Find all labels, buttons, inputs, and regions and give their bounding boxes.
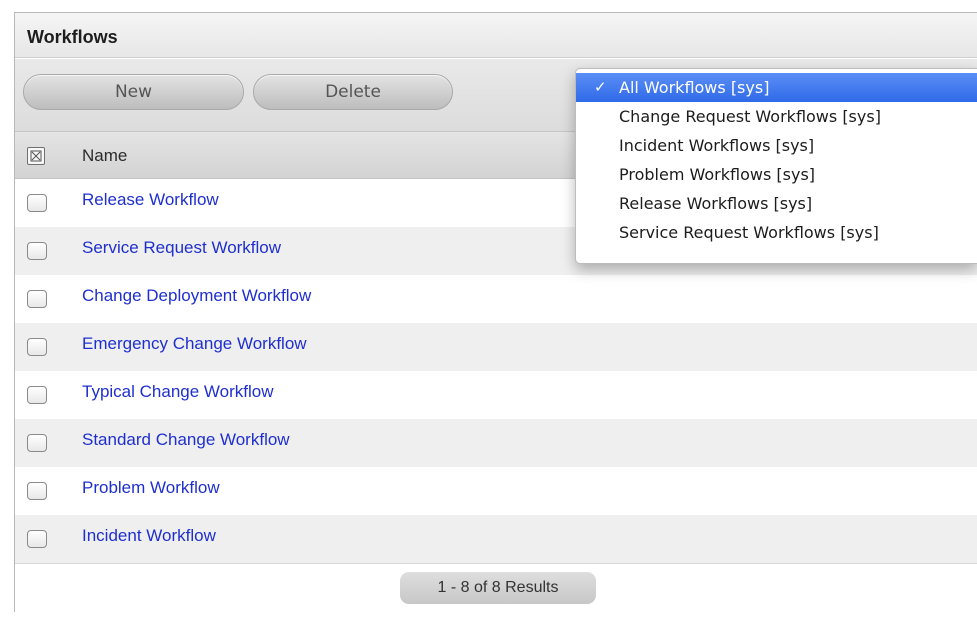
results-count: 1 - 8 of 8 Results [400,572,596,604]
filter-option-label: All Workflows [sys] [619,78,770,97]
filter-option-release[interactable]: Release Workflows [sys] [576,189,977,218]
table-row: Typical Change Workflow [15,371,977,419]
new-button[interactable]: New [23,74,244,110]
table-row: Incident Workflow [15,515,977,563]
workflow-link[interactable]: Incident Workflow [82,526,216,546]
row-checkbox[interactable] [27,194,47,212]
table-row: Emergency Change Workflow [15,323,977,371]
row-checkbox[interactable] [27,482,47,500]
filter-option-change-request[interactable]: Change Request Workflows [sys] [576,102,977,131]
filter-option-all[interactable]: ✓ All Workflows [sys] [576,73,977,102]
filter-option-label: Problem Workflows [sys] [619,165,816,184]
row-checkbox[interactable] [27,530,47,548]
workflow-filter-dropdown[interactable]: ✓ All Workflows [sys] Change Request Wor… [575,68,977,264]
workflow-link[interactable]: Typical Change Workflow [82,382,274,402]
filter-option-incident[interactable]: Incident Workflows [sys] [576,131,977,160]
delete-button[interactable]: Delete [253,74,453,110]
column-header-name[interactable]: Name [82,146,127,166]
pagination-footer: 1 - 8 of 8 Results [15,563,977,612]
filter-option-label: Incident Workflows [sys] [619,136,815,155]
row-checkbox[interactable] [27,386,47,404]
checkmark-icon: ✓ [594,78,607,96]
row-checkbox[interactable] [27,338,47,356]
workflow-link[interactable]: Service Request Workflow [82,238,281,258]
table-row: Problem Workflow [15,467,977,515]
workflow-link[interactable]: Standard Change Workflow [82,430,290,450]
filter-option-label: Change Request Workflows [sys] [619,107,881,126]
workflow-link[interactable]: Problem Workflow [82,478,220,498]
row-checkbox[interactable] [27,434,47,452]
page-title: Workflows [27,27,118,47]
workflow-link[interactable]: Change Deployment Workflow [82,286,311,306]
indeterminate-check-icon [30,150,42,162]
workflow-link[interactable]: Release Workflow [82,190,219,210]
filter-option-label: Release Workflows [sys] [619,194,813,213]
filter-option-service-request[interactable]: Service Request Workflows [sys] [576,218,977,247]
select-all-checkbox[interactable] [27,147,45,165]
workflow-link[interactable]: Emergency Change Workflow [82,334,307,354]
table-row: Standard Change Workflow [15,419,977,467]
table-row: Change Deployment Workflow [15,275,977,323]
panel-header: Workflows [15,13,977,58]
row-checkbox[interactable] [27,242,47,260]
filter-option-problem[interactable]: Problem Workflows [sys] [576,160,977,189]
filter-option-label: Service Request Workflows [sys] [619,223,879,242]
row-checkbox[interactable] [27,290,47,308]
